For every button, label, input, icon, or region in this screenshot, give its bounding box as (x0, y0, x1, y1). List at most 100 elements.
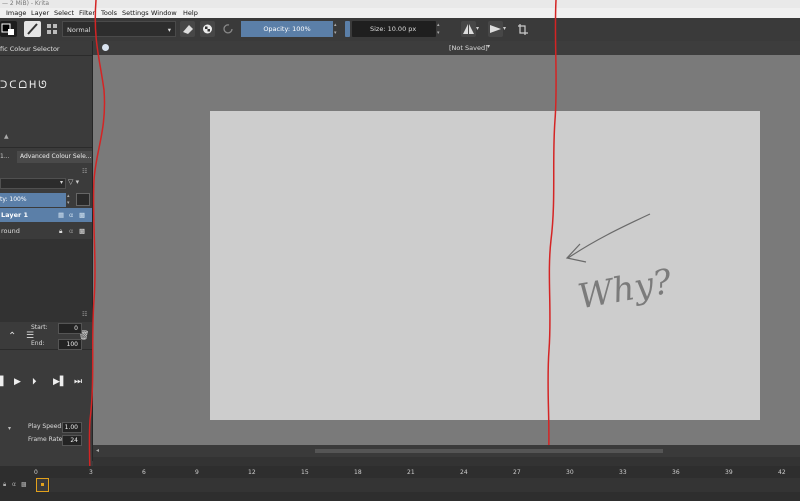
visibility-icon[interactable]: ▦ (58, 208, 64, 222)
status-bar (93, 457, 800, 466)
menu-help[interactable]: Help (183, 8, 198, 18)
lock-icon[interactable]: 🔒︎ (3, 481, 6, 489)
layer-filter-select[interactable]: ▾ (0, 178, 66, 189)
document-tab-bar: [Not Saved] ▾ (93, 41, 800, 56)
last-frame-icon[interactable]: ⏭ (74, 377, 82, 387)
timeline-tick-label: 33 (619, 469, 627, 476)
chevron-down-icon[interactable]: ▾ (8, 425, 11, 432)
layer-list-empty (0, 239, 93, 322)
start-value: 0 (74, 325, 78, 332)
color-swatch-icon[interactable] (0, 21, 17, 37)
spinner-arrows-icon[interactable]: ▴ ▾ (67, 193, 70, 207)
frame-rate-label: Frame Rate: (28, 436, 65, 443)
canvas-paper[interactable] (210, 111, 760, 420)
timeline-tick-label: 6 (142, 469, 146, 476)
inherit-alpha-icon[interactable]: ▩ (79, 224, 85, 238)
tab-advanced-colour-selector[interactable]: Advanced Colour Sele... (17, 151, 94, 163)
start-field[interactable]: 0 (58, 323, 82, 334)
layer-row-background[interactable]: round 🔒︎ α ▩ (0, 224, 93, 238)
start-label: Start: (31, 324, 48, 331)
end-field[interactable]: 100 (58, 339, 82, 350)
timeline-tick-label: 42 (778, 469, 786, 476)
menu-window[interactable]: Window (151, 8, 177, 18)
scroll-thumb[interactable] (315, 449, 663, 453)
selected-frame-cell[interactable] (36, 478, 49, 492)
timeline-tick-label: 21 (407, 469, 415, 476)
pattern-grid-icon[interactable] (44, 21, 59, 37)
play-icon[interactable]: ▶ (14, 377, 21, 387)
first-frame-icon[interactable]: ▌ (0, 377, 7, 387)
inherit-alpha-icon[interactable]: ▩ (21, 481, 27, 488)
timeline-tick-label: 15 (301, 469, 309, 476)
chevron-icon[interactable]: ▲ (4, 133, 9, 140)
chevron-down-icon[interactable]: ▾ (476, 21, 484, 37)
opacity-slider[interactable]: Opacity: 100% (241, 21, 333, 37)
opacity-label: Opacity: 100% (263, 25, 311, 33)
chevron-down-icon: ▾ (167, 26, 171, 34)
play-speed-field[interactable]: 1.00 (62, 422, 82, 433)
timeline-tick-label: 30 (566, 469, 574, 476)
size-slider[interactable] (345, 21, 350, 37)
chevron-left-icon[interactable]: ◂ (96, 447, 99, 454)
horizontal-scrollbar[interactable]: ◂ (93, 445, 800, 457)
alpha-icon[interactable]: α (69, 224, 73, 238)
tab-color-1[interactable]: 1... (0, 153, 12, 160)
next-keyframe-icon[interactable]: ▶▌ (53, 377, 67, 387)
lock-icon[interactable]: 🔒︎ (59, 224, 62, 238)
playback-controls: ▌ ▶ ⏵ ▶▌ ⏭ (0, 377, 93, 391)
layer-properties-icon[interactable] (76, 193, 90, 206)
end-label: End: (31, 340, 45, 347)
spinner-arrows-icon[interactable]: ▴ ▾ (334, 21, 341, 37)
menu-select[interactable]: Select (54, 8, 74, 18)
layer-opacity-label: ty: 100% (0, 196, 27, 203)
blend-mode-select[interactable]: Normal ▾ (62, 21, 176, 37)
timeline-tick-label: 12 (248, 469, 256, 476)
wrap-around-icon[interactable] (515, 21, 530, 37)
next-frame-icon[interactable]: ⏵ (32, 377, 37, 387)
keyframe-marker (41, 483, 44, 486)
frame-row[interactable] (50, 478, 800, 492)
menu-layer[interactable]: Layer (31, 8, 49, 18)
filter-icon[interactable]: ▽ ▾ (68, 178, 90, 189)
mirror-horizontal-icon[interactable] (461, 21, 476, 37)
chevron-down-icon[interactable]: ▾ (503, 21, 511, 37)
chevron-down-icon[interactable]: ▾ (487, 43, 490, 50)
alpha-lock-icon[interactable] (200, 21, 215, 37)
timeline-tick-label: 3 (89, 469, 93, 476)
document-icon (102, 44, 109, 51)
layer-name: round (1, 227, 20, 235)
docker-menu-icon[interactable]: ☷ (82, 311, 87, 318)
size-field[interactable]: Size: 10.00 px (352, 21, 436, 37)
play-speed-label: Play Speed: (28, 423, 64, 430)
divider (0, 55, 93, 56)
layer-opacity-slider[interactable]: ty: 100% (0, 193, 66, 207)
mirror-vertical-icon[interactable] (488, 21, 503, 37)
menu-settings[interactable]: Settings (122, 8, 149, 18)
eraser-icon[interactable] (180, 21, 195, 37)
blend-mode-value: Normal (67, 26, 91, 34)
menu-image[interactable]: Image (6, 8, 26, 18)
play-speed-value: 1.00 (64, 424, 78, 431)
alpha-icon[interactable]: α (69, 208, 73, 222)
timeline-tick-label: 18 (354, 469, 362, 476)
reload-preset-icon[interactable] (221, 21, 236, 37)
chevron-down-icon: ▾ (59, 179, 63, 186)
timeline-tick-label: 9 (195, 469, 199, 476)
menu-tools[interactable]: Tools (101, 8, 117, 18)
document-tab[interactable]: [Not Saved] (449, 44, 488, 52)
size-label: Size: 10.00 px (370, 25, 417, 33)
frame-rate-field[interactable]: 24 (62, 435, 82, 446)
docker-menu-icon[interactable]: ☷ (82, 168, 87, 175)
chevron-up-icon[interactable]: ⌃ (8, 331, 16, 342)
menu-filter[interactable]: Filter (79, 8, 95, 18)
tool-options-bar: Normal ▾ Opacity: 100% ▴ ▾ Size: 10.00 px… (0, 18, 800, 42)
tab-bar: 1... Advanced Colour Sele... (0, 151, 94, 164)
brush-glyphs[interactable]: ᑐᑕᗝᕼᘎ (0, 80, 49, 91)
timeline-tick-label: 36 (672, 469, 680, 476)
brush-preset-icon[interactable] (24, 21, 41, 37)
spinner-arrows-icon[interactable]: ▴ ▾ (437, 21, 444, 37)
alpha-icon[interactable]: α (12, 481, 16, 488)
colour-selector-title: fic Colour Selector (0, 45, 60, 53)
layer-row-layer1[interactable]: Layer 1 ▦ α ▩ (0, 208, 93, 222)
inherit-alpha-icon[interactable]: ▩ (79, 208, 85, 222)
